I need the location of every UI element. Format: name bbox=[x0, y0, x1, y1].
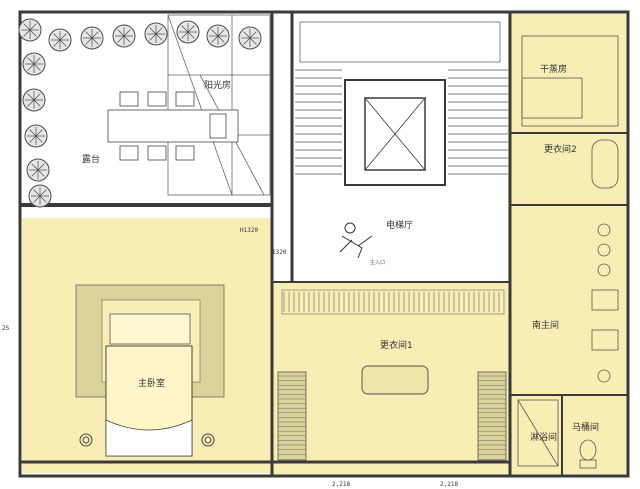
east-wing-floor bbox=[508, 14, 628, 474]
closet-island bbox=[361, 365, 429, 395]
dim-side-marker: 25 bbox=[2, 325, 10, 332]
dim-h-label-1: H1320 bbox=[240, 227, 258, 234]
label-sunroom: 阳光房 bbox=[204, 79, 231, 91]
label-terrace: 露台 bbox=[82, 153, 100, 165]
label-bathroom: 南主间 bbox=[532, 319, 559, 331]
label-toilet: 马桶间 bbox=[572, 421, 599, 433]
floor-plan: 露台 阳光房 电梯厅 主卧室 更衣间1 更衣间2 干蒸房 淋浴间 马桶间 南主间… bbox=[0, 0, 640, 489]
dim-h-label-2: 1320 bbox=[272, 249, 287, 256]
label-walk-in-closet-1: 更衣间1 bbox=[380, 339, 413, 351]
dim-bottom-left: 2,218 bbox=[332, 481, 350, 488]
label-master-bath: 淋浴间 bbox=[530, 431, 557, 443]
label-entrance: 主入口 bbox=[370, 259, 385, 266]
label-master-bedroom: 主卧室 bbox=[138, 377, 165, 389]
elevator bbox=[344, 79, 446, 186]
master-bed bbox=[105, 345, 193, 457]
label-drying-room: 干蒸房 bbox=[540, 63, 567, 75]
label-elevator-hall: 电梯厅 bbox=[386, 219, 413, 231]
label-walk-in-closet-2: 更衣间2 bbox=[544, 143, 577, 155]
dim-bottom-right: 2,218 bbox=[440, 481, 458, 488]
